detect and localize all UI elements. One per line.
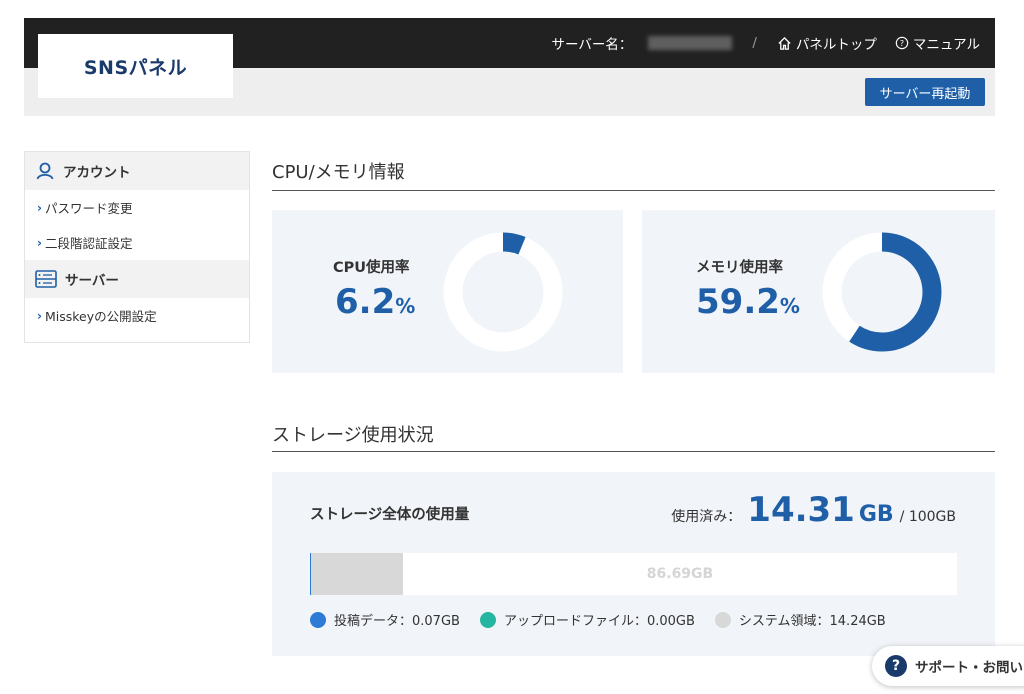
- logo[interactable]: SNSパネル: [38, 34, 233, 98]
- storage-usage-bar: 86.69GB: [310, 553, 957, 595]
- sidebar-heading-label: サーバー: [65, 273, 119, 289]
- storage-used-value: 14.31: [747, 490, 855, 530]
- legend-label-system: システム領域：14.24GB: [738, 614, 886, 629]
- sidebar: アカウント › パスワード変更 › 二段階認証設定 サーバー › Misskey…: [24, 151, 250, 343]
- legend-item-uploads: アップロードファイル：0.00GB: [479, 610, 695, 629]
- storage-legend: 投稿データ：0.07GB アップロードファイル：0.00GB システム領域：14…: [310, 610, 906, 629]
- svg-text:?: ?: [900, 39, 904, 48]
- storage-used-label: 使用済み：: [671, 509, 742, 525]
- sidebar-item-misskey-public[interactable]: › Misskeyの公開設定: [25, 298, 249, 333]
- help-circle-icon: ?: [895, 36, 909, 50]
- nav-separator: /: [752, 35, 757, 51]
- chevron-right-icon: ›: [37, 308, 42, 323]
- chevron-right-icon: ›: [37, 200, 42, 215]
- memory-usage-donut: [822, 232, 942, 352]
- sidebar-heading-label: アカウント: [63, 165, 131, 181]
- memory-card: [642, 210, 995, 373]
- storage-used-unit: GB: [858, 502, 894, 527]
- panel-top-label: パネルトップ: [795, 37, 877, 53]
- cpu-usage-donut: [443, 232, 563, 352]
- sidebar-item-label: パスワード変更: [44, 201, 133, 216]
- top-nav: サーバー名： / パネルトップ ? マニュアル: [551, 18, 980, 68]
- memory-usage-number: 59.2: [696, 282, 780, 322]
- cpu-usage-unit: %: [395, 294, 416, 318]
- home-icon: [778, 36, 791, 50]
- section-divider: [272, 190, 995, 191]
- section-title-storage: ストレージ使用状況: [272, 425, 434, 446]
- legend-dot-posts: [310, 611, 326, 628]
- memory-usage-label: メモリ使用率: [696, 260, 783, 276]
- cpu-usage-value: 6.2%: [335, 282, 415, 322]
- storage-bar-post-segment: [310, 553, 311, 595]
- manual-label: マニュアル: [912, 37, 980, 53]
- legend-label-posts: 投稿データ：0.07GB: [334, 614, 460, 629]
- panel-top-link[interactable]: パネルトップ: [777, 33, 877, 53]
- question-icon: ?: [885, 655, 907, 677]
- legend-label-uploads: アップロードファイル：0.00GB: [503, 614, 695, 629]
- legend-item-system: システム領域：14.24GB: [714, 610, 886, 629]
- memory-usage-unit: %: [779, 294, 800, 318]
- memory-usage-value: 59.2%: [696, 282, 800, 322]
- legend-item-posts: 投稿データ：0.07GB: [310, 610, 460, 629]
- server-name-label: サーバー名：: [551, 37, 633, 53]
- user-icon: [36, 162, 54, 180]
- sidebar-heading-account: アカウント: [25, 152, 249, 190]
- section-title-cpu-memory: CPU/メモリ情報: [272, 162, 405, 183]
- cpu-usage-label: CPU使用率: [333, 260, 410, 276]
- support-button[interactable]: ? サポート・お問い: [872, 646, 1024, 686]
- support-label: サポート・お問い: [915, 660, 1023, 676]
- storage-free-label: 86.69GB: [646, 566, 714, 582]
- cpu-donut-track: [443, 232, 563, 352]
- sidebar-item-password[interactable]: › パスワード変更: [25, 190, 249, 225]
- manual-link[interactable]: ? マニュアル: [895, 33, 980, 53]
- storage-used-summary: 使用済み： 14.31 GB / 100GB: [671, 490, 956, 530]
- chevron-right-icon: ›: [37, 235, 42, 250]
- restart-server-button[interactable]: サーバー再起動: [865, 78, 985, 106]
- storage-overall-label: ストレージ全体の使用量: [310, 507, 470, 523]
- server-icon: [35, 270, 57, 288]
- storage-total: / 100GB: [899, 509, 956, 525]
- sidebar-item-label: Misskeyの公開設定: [44, 309, 157, 324]
- logo-text: SNSパネル: [83, 56, 188, 79]
- legend-dot-system: [714, 611, 731, 628]
- section-divider: [272, 451, 995, 452]
- sidebar-item-label: 二段階認証設定: [44, 236, 133, 251]
- legend-dot-uploads: [479, 611, 496, 628]
- cpu-usage-number: 6.2: [335, 282, 396, 322]
- server-name-redacted: [648, 36, 733, 50]
- storage-bar-system-segment: [310, 553, 403, 595]
- sidebar-item-2fa[interactable]: › 二段階認証設定: [25, 225, 249, 260]
- sidebar-heading-server: サーバー: [25, 260, 249, 298]
